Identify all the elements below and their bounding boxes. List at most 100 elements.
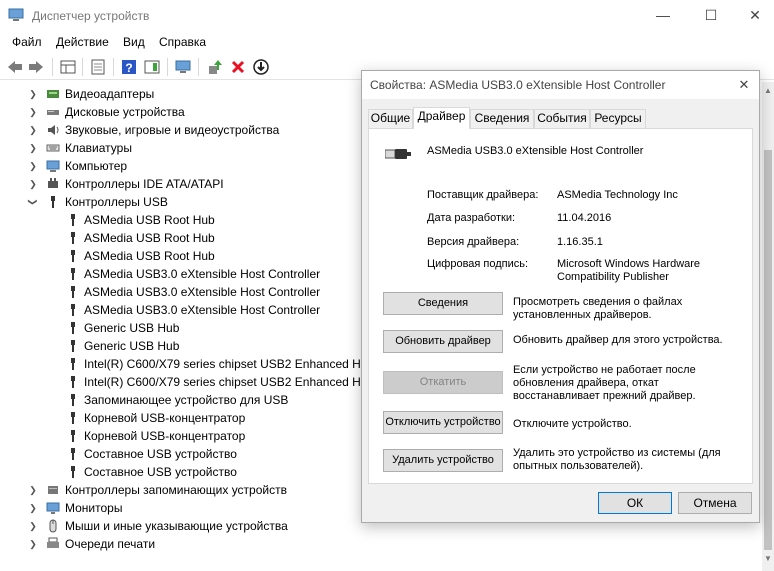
tab-details[interactable]: Сведения	[470, 109, 534, 128]
driver-details-button[interactable]: Сведения	[383, 292, 503, 315]
dialog-title-bar: Свойства: ASMedia USB3.0 eXtensible Host…	[362, 71, 759, 99]
menu-file[interactable]: Файл	[12, 35, 42, 49]
tree-item-print-queues[interactable]: ❯ Очереди печати	[28, 535, 348, 553]
tree-item-usb-device[interactable]: Корневой USB-концентратор	[66, 409, 366, 427]
title-bar: Диспетчер устройств — ☐ ✕	[0, 0, 774, 32]
tree-item-usb-device[interactable]: ASMedia USB3.0 eXtensible Host Controlle…	[66, 283, 366, 301]
action-pane-icon[interactable]	[143, 58, 161, 76]
chevron-right-icon[interactable]: ❯	[28, 157, 38, 175]
chevron-right-icon[interactable]: ❯	[28, 139, 38, 157]
tab-resources[interactable]: Ресурсы	[590, 109, 646, 128]
tree-item-monitors[interactable]: ❯ Мониторы	[28, 499, 348, 517]
tree-item-usb-controllers[interactable]: ❯ Контроллеры USB	[28, 193, 348, 211]
chevron-right-icon[interactable]: ❯	[28, 499, 38, 517]
menu-view[interactable]: Вид	[123, 35, 145, 49]
usb-icon	[71, 394, 75, 406]
chevron-right-icon[interactable]: ❯	[28, 535, 38, 553]
prop-value-signer: Microsoft Windows Hardware Compatibility…	[557, 258, 701, 283]
update-driver-button[interactable]: Обновить драйвер	[383, 330, 503, 353]
usb-icon	[71, 466, 75, 478]
document-icon[interactable]	[89, 58, 107, 76]
scroll-up-icon[interactable]: ▲	[764, 86, 772, 95]
usb-icon	[71, 322, 75, 334]
scan-hardware-icon[interactable]	[174, 58, 192, 76]
chevron-right-icon[interactable]: ❯	[28, 85, 38, 103]
download-circle-icon[interactable]	[252, 58, 270, 76]
prop-value-version: 1.16.35.1	[557, 236, 603, 248]
device-manager-icon	[8, 8, 24, 21]
tree-item-usb-device[interactable]: Generic USB Hub	[66, 319, 366, 337]
tree-item-computer[interactable]: ❯ Компьютер	[28, 157, 348, 175]
delete-x-icon[interactable]	[229, 58, 247, 76]
scroll-down-icon[interactable]: ▼	[764, 554, 772, 563]
prop-value-provider: ASMedia Technology Inc	[557, 189, 678, 201]
chevron-right-icon[interactable]: ❯	[28, 121, 38, 139]
tree-item-usb-device[interactable]: ASMedia USB3.0 eXtensible Host Controlle…	[66, 301, 366, 319]
chevron-right-icon[interactable]: ❯	[28, 481, 38, 499]
tree-item-usb-device[interactable]: Запоминающее устройство для USB	[66, 391, 366, 409]
driver-tab-panel: ASMedia USB3.0 eXtensible Host Controlle…	[368, 128, 753, 484]
usb-icon	[71, 448, 75, 460]
tree-item-storage-controllers[interactable]: ❯ Контроллеры запоминающих устройств	[28, 481, 348, 499]
usb-icon	[71, 376, 75, 388]
close-icon[interactable]: ✕	[734, 75, 754, 95]
tree-item-ide-controllers[interactable]: ❯ Контроллеры IDE ATA/ATAPI	[28, 175, 348, 193]
forward-arrow-icon[interactable]	[27, 58, 45, 76]
prop-key-provider: Поставщик драйвера:	[427, 189, 539, 201]
tab-general[interactable]: Общие	[368, 109, 413, 128]
tree-item-usb-device[interactable]: ASMedia USB3.0 eXtensible Host Controlle…	[66, 265, 366, 283]
tree-item-usb-device[interactable]: ASMedia USB Root Hub	[66, 211, 366, 229]
update-driver-desc: Обновить драйвер для этого устройства.	[513, 334, 723, 346]
tree-item-sound[interactable]: ❯ Звуковые, игровые и видеоустройства	[28, 121, 348, 139]
storage-controller-icon	[48, 486, 58, 494]
ide-controller-icon	[48, 178, 58, 188]
tree-item-usb-device[interactable]: Составное USB устройство	[66, 463, 366, 481]
rollback-driver-button: Откатить	[383, 371, 503, 394]
help-icon[interactable]: ?	[120, 58, 138, 76]
sound-icon	[48, 125, 59, 135]
computer-icon	[46, 160, 60, 172]
tree-item-usb-device[interactable]: ASMedia USB Root Hub	[66, 229, 366, 247]
minimize-icon[interactable]: —	[640, 0, 686, 32]
scrollbar-thumb[interactable]	[764, 150, 772, 550]
properties-grid-icon[interactable]	[59, 58, 77, 76]
ok-button[interactable]: ОК	[598, 492, 672, 514]
tree-item-usb-device[interactable]: Intel(R) C600/X79 series chipset USB2 En…	[66, 373, 377, 391]
tab-events[interactable]: События	[534, 109, 590, 128]
chevron-right-icon[interactable]: ❯	[28, 517, 38, 535]
chevron-right-icon[interactable]: ❯	[28, 103, 38, 121]
usb-icon	[71, 268, 75, 280]
printer-icon	[47, 537, 59, 548]
tree-item-display-adapters[interactable]: ❯ Видеоадаптеры	[28, 85, 348, 103]
window-title: Диспетчер устройств	[32, 9, 150, 23]
menu-action[interactable]: Действие	[56, 35, 109, 49]
disable-device-button[interactable]: Отключить устройство	[383, 411, 503, 434]
usb-icon	[71, 214, 75, 226]
tree-item-usb-device[interactable]: Generic USB Hub	[66, 337, 366, 355]
maximize-icon[interactable]: ☐	[688, 0, 734, 32]
tree-item-keyboards[interactable]: ❯ Клавиатуры	[28, 139, 348, 157]
tree-item-usb-device[interactable]: Корневой USB-концентратор	[66, 427, 366, 445]
tree-item-usb-device[interactable]: Составное USB устройство	[66, 445, 366, 463]
update-driver-icon[interactable]	[206, 58, 224, 76]
close-icon[interactable]: ✕	[732, 0, 774, 32]
cancel-button[interactable]: Отмена	[678, 492, 752, 514]
uninstall-device-button[interactable]: Удалить устройство	[383, 449, 503, 472]
menu-help[interactable]: Справка	[159, 35, 206, 49]
usb-icon	[71, 250, 75, 262]
tree-item-mice[interactable]: ❯ Мыши и иные указывающие устройства	[28, 517, 348, 535]
dialog-title: Свойства: ASMedia USB3.0 eXtensible Host…	[370, 78, 666, 92]
tree-scrollbar[interactable]: ▲ ▼	[762, 82, 774, 571]
tree-item-usb-device[interactable]: Intel(R) C600/X79 series chipset USB2 En…	[66, 355, 377, 373]
tree-item-usb-device[interactable]: ASMedia USB Root Hub	[66, 247, 366, 265]
prop-key-signer: Цифровая подпись:	[427, 258, 529, 270]
usb-icon	[71, 232, 75, 244]
tree-item-disk-drives[interactable]: ❯ Дисковые устройства	[28, 103, 348, 121]
menu-bar: Файл Действие Вид Справка	[0, 32, 774, 52]
tab-driver[interactable]: Драйвер	[413, 107, 470, 129]
chevron-right-icon[interactable]: ❯	[28, 175, 38, 193]
chevron-down-icon[interactable]: ❯	[24, 197, 42, 207]
back-arrow-icon[interactable]	[6, 58, 24, 76]
prop-key-date: Дата разработки:	[427, 212, 516, 224]
usb-icon	[51, 196, 55, 208]
